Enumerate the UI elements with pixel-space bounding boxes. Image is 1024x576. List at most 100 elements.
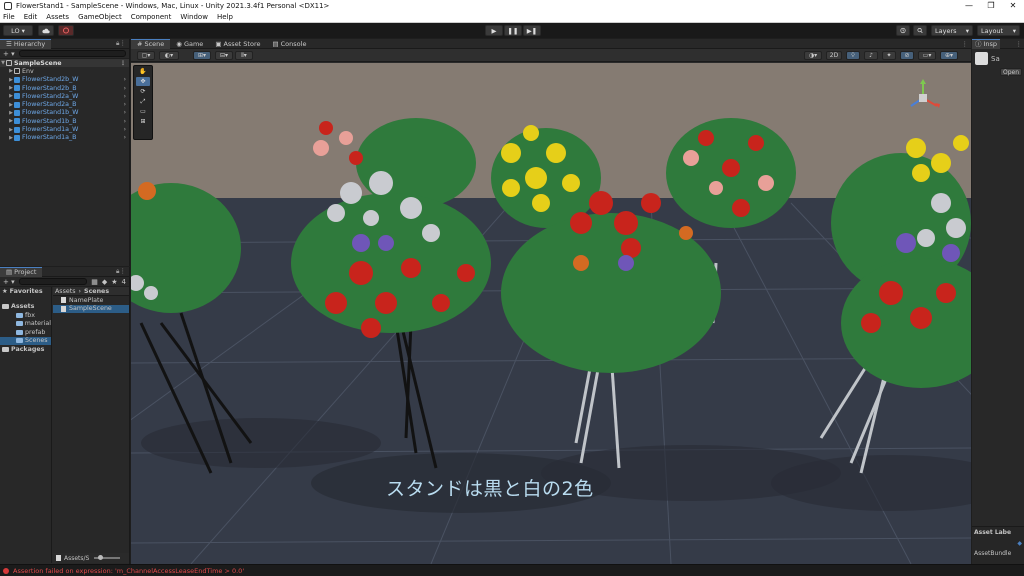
project-header: ▤ Project 🔒︎⋮ — [0, 266, 129, 277]
layout-dropdown[interactable]: Layout ▾ — [977, 25, 1020, 36]
tab-project[interactable]: ▤ Project — [0, 266, 43, 277]
move-tool[interactable]: ✥ — [136, 77, 150, 86]
2d-toggle[interactable]: 2D — [826, 51, 842, 60]
asset-labels-section: Asset Labe ◆ AssetBundle — [972, 526, 1024, 564]
menu-bar: File Edit Assets GameObject Component Wi… — [0, 12, 1024, 23]
chevron-right-icon[interactable]: › — [124, 109, 126, 116]
scene-root-row[interactable]: ▼ SampleScene ⋮ — [0, 59, 129, 68]
more-icon[interactable]: ⋮ — [962, 40, 969, 48]
status-bar[interactable]: Assertion failed on expression: 'm_Chann… — [0, 564, 1024, 576]
hierarchy-item[interactable]: ▶ FlowerStand2a_W › — [0, 92, 129, 100]
hand-tool[interactable]: ✋ — [136, 67, 150, 76]
project-search-input[interactable] — [18, 278, 88, 285]
menu-component[interactable]: Component — [131, 13, 172, 21]
file-item[interactable]: NamePlate — [53, 296, 129, 305]
play-button[interactable]: ▶ — [485, 25, 503, 36]
hierarchy-item-label: FlowerStand1a_B — [22, 134, 77, 142]
selected-path: Assets/S — [64, 554, 90, 562]
more-icon[interactable]: ⋮ — [1016, 40, 1023, 48]
orientation-gizmo[interactable] — [903, 78, 943, 118]
render-mode-button[interactable]: ◑▾ — [804, 51, 822, 60]
menu-file[interactable]: File — [3, 13, 15, 21]
collab-button[interactable] — [58, 25, 74, 36]
hierarchy-item[interactable]: ▶ FlowerStand2b_W › — [0, 76, 129, 84]
hierarchy-item[interactable]: ▶ FlowerStand2a_B › — [0, 100, 129, 108]
lock-icon[interactable]: 🔒︎⋮ — [116, 39, 126, 48]
tab-inspector[interactable]: ⓘ Insp — [972, 38, 1001, 49]
draw-mode-button[interactable]: ▢▾ — [137, 51, 155, 60]
file-item[interactable]: SampleScene — [53, 304, 129, 313]
folder-item[interactable]: Scenes — [0, 336, 51, 345]
menu-help[interactable]: Help — [217, 13, 233, 21]
tab-console[interactable]: ▤ Console — [266, 39, 312, 49]
chevron-right-icon[interactable]: › — [124, 85, 126, 92]
hierarchy-item[interactable]: ▶ FlowerStand1b_B › — [0, 117, 129, 125]
chevron-right-icon[interactable]: › — [124, 134, 126, 141]
gizmos-button[interactable]: ⊕▾ — [940, 51, 958, 60]
audio-toggle[interactable]: ♪ — [864, 51, 878, 60]
rotate-tool[interactable]: ⟳ — [136, 87, 150, 96]
scene-toolbar: ▢▾ ◐▾ ⊞▾ ⊟▾ ⦀▾ ◑▾ 2D 💡︎ ♪ ✦ ⊘ ▭▾ ⊕▾ — [131, 49, 971, 62]
lighting-toggle[interactable]: 💡︎ — [846, 51, 860, 60]
create-button[interactable]: + ▾ — [3, 278, 15, 286]
tag-icon[interactable]: ◆ — [974, 540, 1022, 547]
folder-item[interactable]: fbx — [0, 311, 51, 320]
breadcrumb-scenes[interactable]: Scenes — [84, 288, 109, 295]
search-button[interactable] — [913, 25, 927, 36]
step-button[interactable]: ▶❚ — [523, 25, 541, 36]
hierarchy-item[interactable]: ▶ FlowerStand1a_B › — [0, 134, 129, 142]
hierarchy-search-input[interactable] — [18, 50, 126, 57]
menu-window[interactable]: Window — [180, 13, 208, 21]
menu-edit[interactable]: Edit — [24, 13, 38, 21]
label-icon[interactable]: ◆ — [102, 278, 107, 286]
chevron-right-icon[interactable]: › — [124, 101, 126, 108]
minimize-button[interactable]: — — [958, 0, 980, 12]
tab-hierarchy[interactable]: ☰ Hierarchy — [0, 38, 52, 49]
account-button[interactable]: LO ▾ — [3, 25, 33, 36]
filter-icon[interactable]: ▦ — [91, 278, 98, 286]
packages-row[interactable]: Packages — [0, 345, 51, 354]
increment-snap-button[interactable]: ⊟▾ — [215, 51, 233, 60]
chevron-right-icon[interactable]: › — [124, 93, 126, 100]
folder-item[interactable]: material — [0, 320, 51, 329]
layers-dropdown[interactable]: Layers ▾ — [931, 25, 973, 36]
chevron-right-icon[interactable]: › — [124, 118, 126, 125]
tab-asset-store[interactable]: ▣ Asset Store — [209, 39, 266, 49]
chevron-right-icon[interactable]: › — [124, 76, 126, 83]
rect-tool[interactable]: ▭ — [136, 107, 150, 116]
tab-game[interactable]: ◉ Game — [170, 39, 209, 49]
menu-gameobject[interactable]: GameObject — [78, 13, 122, 21]
hidden-packages-count[interactable]: 4 — [122, 278, 126, 286]
hierarchy-item[interactable]: ▶ FlowerStand1a_W › — [0, 125, 129, 133]
open-button[interactable]: Open — [1000, 68, 1022, 76]
history-button[interactable] — [896, 25, 910, 36]
shading-button[interactable]: ◐▾ — [159, 51, 179, 60]
favorites-row[interactable]: ★ Favorites — [0, 287, 51, 296]
hierarchy-item[interactable]: ▶ Env — [0, 67, 129, 75]
hidden-objects-toggle[interactable]: ⊘ — [900, 51, 914, 60]
maximize-button[interactable]: ❐ — [980, 0, 1002, 12]
star-icon[interactable]: ★ — [111, 278, 117, 286]
create-button[interactable]: + ▾ — [3, 50, 15, 58]
chevron-right-icon[interactable]: › — [124, 126, 126, 133]
grid-snap-button[interactable]: ⊞▾ — [193, 51, 211, 60]
align-button[interactable]: ⦀▾ — [235, 51, 253, 60]
effects-toggle[interactable]: ✦ — [882, 51, 896, 60]
icon-size-slider[interactable] — [94, 555, 121, 560]
transform-tool[interactable]: ⊞ — [136, 117, 150, 126]
hierarchy-item[interactable]: ▶ FlowerStand2b_B › — [0, 84, 129, 92]
assets-row[interactable]: Assets — [0, 302, 51, 311]
breadcrumb-assets[interactable]: Assets — [55, 288, 76, 295]
folder-item[interactable]: prefab — [0, 328, 51, 337]
menu-assets[interactable]: Assets — [46, 13, 69, 21]
lock-icon[interactable]: 🔒︎⋮ — [116, 267, 126, 276]
camera-settings-button[interactable]: ▭▾ — [918, 51, 936, 60]
scene-viewport[interactable]: ✋ ✥ ⟳ ⤢ ▭ ⊞ スタンドは黒と白の2色 — [131, 63, 971, 564]
close-button[interactable]: ✕ — [1002, 0, 1024, 12]
hierarchy-item[interactable]: ▶ FlowerStand1b_W › — [0, 109, 129, 117]
tab-scene[interactable]: # Scene — [131, 38, 171, 49]
pause-button[interactable]: ❚❚ — [504, 25, 522, 36]
more-icon[interactable]: ⋮ — [120, 60, 126, 67]
cloud-button[interactable] — [38, 25, 54, 36]
scale-tool[interactable]: ⤢ — [136, 97, 150, 106]
